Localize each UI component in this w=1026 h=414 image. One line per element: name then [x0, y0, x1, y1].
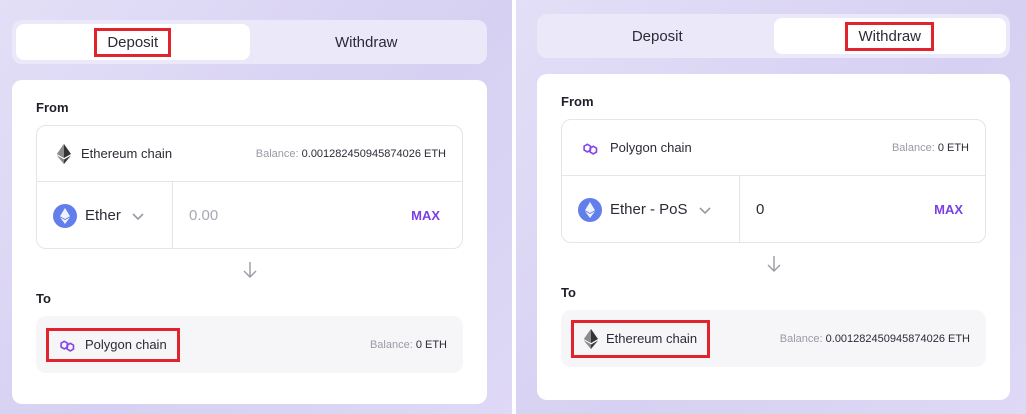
from-box: Polygon chain Balance: 0 ETH Ether - PoS…: [561, 119, 986, 243]
bridge-card: From Polygon chain Balance: 0 ETH Ether …: [537, 74, 1010, 400]
asset-row: Ether - PoS MAX: [562, 176, 985, 242]
balance-label: Balance:: [255, 147, 299, 160]
tab-deposit[interactable]: Deposit: [541, 18, 774, 54]
deposit-panel-content: Deposit Withdraw From Ethereum chain Bal…: [12, 20, 487, 404]
balance-value: 0.001282450945874026 ETH: [825, 332, 970, 345]
arrow-down-icon: [561, 243, 986, 285]
asset-name: Ether: [85, 207, 121, 224]
amount-input[interactable]: [756, 201, 896, 218]
to-chain-highlight: Polygon chain: [46, 327, 180, 362]
max-button[interactable]: MAX: [411, 208, 440, 223]
to-box: Polygon chain Balance: 0 ETH: [36, 316, 463, 373]
ether-token-icon: [578, 197, 602, 222]
chevron-down-icon: [698, 203, 712, 217]
max-button[interactable]: MAX: [934, 202, 963, 217]
from-chain-balance: Balance: 0 ETH: [892, 142, 969, 154]
deposit-withdraw-tabs: Deposit Withdraw: [12, 20, 487, 64]
deposit-withdraw-tabs: Deposit Withdraw: [537, 14, 1010, 58]
withdraw-panel: Deposit Withdraw From Polygon chain Bala…: [516, 0, 1026, 414]
amount-input[interactable]: [189, 207, 329, 224]
asset-row: Ether MAX: [37, 182, 462, 248]
balance-value: 0 ETH: [415, 338, 447, 351]
to-chain-highlight: Ethereum chain: [571, 319, 711, 358]
ether-token-icon: [53, 203, 77, 228]
tab-deposit[interactable]: Deposit: [16, 24, 250, 60]
balance-label: Balance:: [891, 141, 935, 154]
balance-label: Balance:: [369, 338, 413, 351]
balance-value: 0 ETH: [937, 141, 969, 154]
tab-deposit-label: Deposit: [631, 27, 683, 45]
to-box: Ethereum chain Balance: 0.00128245094587…: [561, 310, 986, 367]
to-chain-balance: Balance: 0 ETH: [370, 339, 447, 351]
tab-withdraw[interactable]: Withdraw: [250, 24, 484, 60]
amount-wrap: MAX: [740, 176, 985, 242]
tab-withdraw-label: Withdraw: [334, 33, 398, 51]
to-chain-balance: Balance: 0.001282450945874026 ETH: [780, 333, 970, 345]
ethereum-icon: [57, 143, 71, 164]
chevron-down-icon: [131, 209, 145, 223]
asset-select[interactable]: Ether - PoS: [562, 176, 740, 242]
withdraw-panel-content: Deposit Withdraw From Polygon chain Bala…: [537, 14, 1010, 400]
arrow-down-icon: [36, 249, 463, 291]
tab-deposit-label: Deposit: [94, 27, 172, 57]
balance-value: 0.001282450945874026 ETH: [301, 147, 446, 160]
balance-label: Balance:: [779, 332, 823, 345]
tab-withdraw[interactable]: Withdraw: [773, 18, 1006, 54]
to-label: To: [36, 291, 51, 306]
tab-withdraw-label: Withdraw: [845, 21, 934, 51]
asset-select[interactable]: Ether: [37, 182, 173, 248]
to-chain-name: Polygon chain: [85, 337, 167, 352]
from-chain-name: Ethereum chain: [81, 146, 173, 161]
from-chain-name: Polygon chain: [610, 140, 692, 155]
from-label: From: [561, 94, 594, 109]
to-chain-name: Ethereum chain: [606, 331, 698, 346]
from-label: From: [36, 100, 69, 115]
from-chain-row: Ethereum chain Balance: 0.00128245094587…: [37, 126, 462, 182]
to-label: To: [561, 285, 576, 300]
from-chain-row: Polygon chain Balance: 0 ETH: [562, 120, 985, 176]
bridge-card: From Ethereum chain Balance: 0.001282450…: [12, 80, 487, 404]
from-chain-balance: Balance: 0.001282450945874026 ETH: [256, 148, 446, 160]
polygon-icon: [59, 337, 77, 353]
from-box: Ethereum chain Balance: 0.00128245094587…: [36, 125, 463, 249]
deposit-panel: Deposit Withdraw From Ethereum chain Bal…: [0, 0, 512, 414]
asset-name: Ether - PoS: [610, 201, 688, 218]
amount-wrap: MAX: [173, 182, 462, 248]
ethereum-icon: [584, 328, 598, 349]
polygon-icon: [582, 140, 600, 156]
